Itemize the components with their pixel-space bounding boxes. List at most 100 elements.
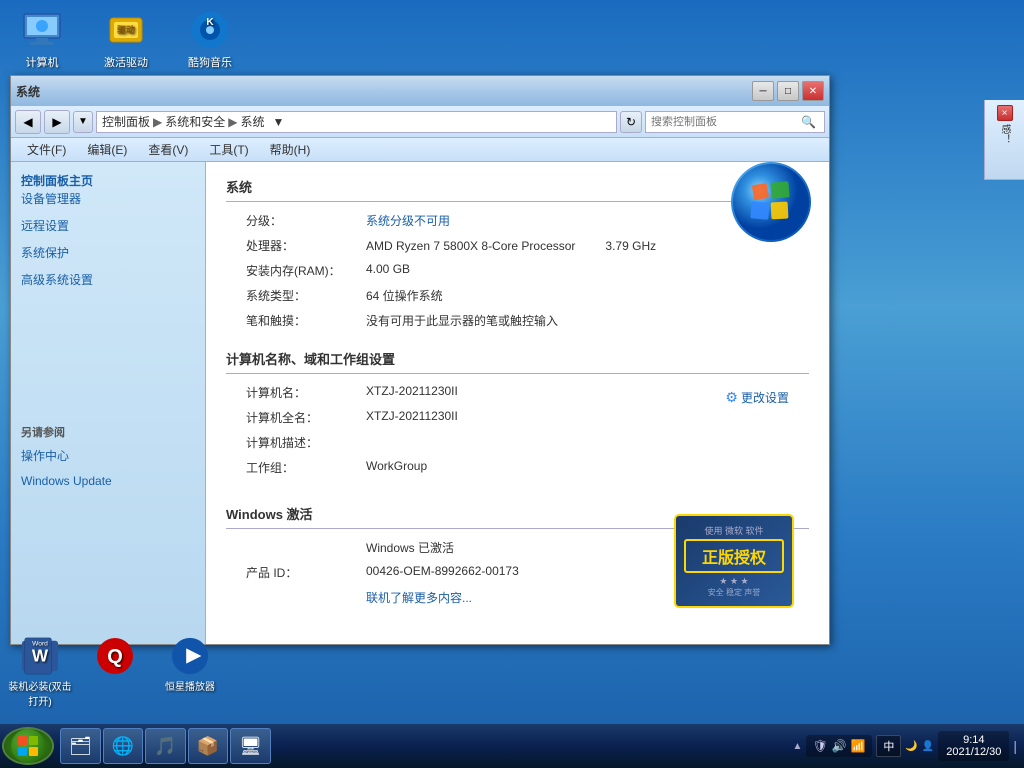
product-id-label: 产品 ID：	[246, 564, 366, 581]
app1-icon: 📦	[197, 736, 219, 757]
breadcrumb-item-3[interactable]: 系统	[241, 113, 265, 130]
taskbar-icon-q[interactable]: Q	[80, 636, 150, 708]
partial-close-button[interactable]: ×	[997, 105, 1013, 121]
taskbar-btn-explorer[interactable]: 🗂	[60, 728, 101, 764]
desktop-icon-label-driver: 激活驱动	[104, 54, 148, 70]
breadcrumb-item-1[interactable]: 控制面板	[102, 113, 150, 130]
full-name-row: 计算机全名： XTZJ-20211230II	[226, 409, 625, 426]
workgroup-value: WorkGroup	[366, 459, 427, 473]
description-row: 计算机描述：	[226, 434, 625, 451]
menu-view[interactable]: 查看(V)	[140, 139, 196, 160]
address-path[interactable]: 控制面板 ▶ 系统和安全 ▶ 系统 ▼	[96, 111, 617, 133]
kugou-icon: 🎵	[154, 736, 176, 757]
processor-row: 处理器： AMD Ryzen 7 5800X 8-Core Processor …	[226, 237, 809, 254]
sidebar-link-protection[interactable]: 系统保护	[21, 243, 195, 262]
forward-button[interactable]: ▶	[44, 110, 70, 134]
sidebar-link-windows-update[interactable]: Windows Update	[21, 473, 195, 489]
show-desktop-button[interactable]: |	[1013, 738, 1017, 754]
rating-value[interactable]: 系统分级不可用	[366, 212, 450, 229]
title-bar-controls: ─ □ ✕	[752, 81, 824, 101]
back-button[interactable]: ◀	[15, 110, 41, 134]
full-name-label: 计算机全名：	[246, 409, 366, 426]
window-title: 系统	[16, 83, 40, 100]
tray-icon-security[interactable]: 🛡	[812, 738, 828, 754]
menu-help[interactable]: 帮助(H)	[262, 139, 319, 160]
computer-icon	[22, 10, 62, 50]
tray-user-icon[interactable]: 👤	[922, 741, 934, 752]
language-button[interactable]: 中	[876, 735, 901, 757]
pen-touch-row: 笔和触摸： 没有可用于此显示器的笔或触控输入	[226, 312, 809, 329]
title-bar: 系统 ─ □ ✕	[11, 76, 829, 106]
menu-tools[interactable]: 工具(T)	[201, 139, 256, 160]
address-icon-button[interactable]: ▼	[73, 111, 93, 133]
language-label: 中	[883, 741, 894, 753]
address-bar: ◀ ▶ ▼ 控制面板 ▶ 系统和安全 ▶ 系统 ▼ ↻ 🔍	[11, 106, 829, 138]
taskbar-btn-ie[interactable]: 🌐	[103, 728, 143, 764]
search-bar[interactable]: 🔍	[645, 111, 825, 133]
system-tray: ▲ 🛡 🔊 📶 中 🌙 👤 9:14 2021/12/30 |	[792, 731, 1022, 761]
sidebar-link-advanced[interactable]: 高级系统设置	[21, 270, 195, 289]
taskbar-btn-app2[interactable]: 🖥	[230, 728, 271, 764]
sidebar-link-action-center[interactable]: 操作中心	[21, 446, 195, 465]
menu-file[interactable]: 文件(F)	[19, 139, 74, 160]
badge-line2: 正版授权	[684, 539, 784, 573]
start-button[interactable]	[2, 727, 54, 765]
change-settings-area: ⚙ 更改设置	[625, 389, 789, 406]
taskbar-btn-app1[interactable]: 📦	[188, 728, 228, 764]
breadcrumb-sep-2: ▶	[228, 115, 237, 129]
word-icon: W Word	[20, 636, 60, 676]
computer-name-section-header: 计算机名称、域和工作组设置	[226, 349, 809, 374]
tray-icons: 🛡 🔊 📶	[806, 735, 872, 757]
tray-icon-volume[interactable]: 🔊	[831, 738, 847, 754]
svg-text:K: K	[206, 17, 214, 28]
sidebar-main-link[interactable]: 控制面板主页	[21, 174, 93, 188]
taskbar-btn-kugou[interactable]: 🎵	[145, 728, 185, 764]
svg-text:驱动: 驱动	[117, 25, 135, 35]
minimize-button[interactable]: ─	[752, 81, 774, 101]
computer-name-section: 计算机名称、域和工作组设置 计算机名： XTZJ-20211230II 计算机全…	[226, 349, 809, 484]
player-icon-label: 恒星播放器	[165, 678, 215, 693]
partial-window: × 感！	[984, 100, 1024, 180]
computer-name-value: XTZJ-20211230II	[366, 384, 458, 398]
clock-time: 9:14	[946, 734, 1001, 746]
taskbar-icon-player[interactable]: 恒星播放器	[155, 636, 225, 708]
computer-name-label: 计算机名：	[246, 384, 366, 401]
desktop: 计算机 驱动 激活驱动 K 酷狗音	[0, 0, 1024, 768]
badge-line1: 使用 微软 软件	[684, 524, 784, 537]
menu-edit[interactable]: 编辑(E)	[79, 139, 135, 160]
main-panel: 系统 分级： 系统分级不可用 处理器： AMD Ryzen 7 5800X 8-…	[206, 162, 829, 644]
sidebar-link-device-manager[interactable]: 设备管理器	[21, 189, 195, 208]
desktop-icon-driver[interactable]: 驱动 激活驱动	[94, 10, 158, 70]
clock[interactable]: 9:14 2021/12/30	[938, 731, 1009, 761]
breadcrumb-item-2[interactable]: 系统和安全	[165, 113, 225, 130]
tray-moon-icon[interactable]: 🌙	[905, 741, 917, 752]
activation-section: Windows 激活 Windows 已激活 产品 ID： 00426-OEM-…	[226, 504, 809, 606]
svg-text:W: W	[32, 646, 49, 666]
search-input[interactable]	[651, 116, 801, 128]
workgroup-label: 工作组：	[246, 459, 366, 476]
pen-touch-value: 没有可用于此显示器的笔或触控输入	[366, 312, 558, 329]
desktop-icon-computer[interactable]: 计算机	[10, 10, 74, 70]
refresh-button[interactable]: ↻	[620, 111, 642, 133]
desktop-icon-label-music: 酷狗音乐	[188, 54, 232, 70]
sidebar: 控制面板主页 设备管理器 远程设置 系统保护 高级系统设置 另请参阅 操作中心 …	[11, 162, 206, 644]
sidebar-link-remote[interactable]: 远程设置	[21, 216, 195, 235]
desktop-icon-music[interactable]: K 酷狗音乐	[178, 10, 242, 70]
activation-status-value: Windows 已激活	[366, 539, 454, 556]
close-button[interactable]: ✕	[802, 81, 824, 101]
workgroup-row: 工作组： WorkGroup	[226, 459, 625, 476]
desktop-icon-label-computer: 计算机	[26, 54, 59, 70]
learn-more-link[interactable]: 联机了解更多内容...	[366, 589, 472, 606]
also-see-section: 另请参阅 操作中心 Windows Update	[21, 424, 195, 489]
processor-name: AMD Ryzen 7 5800X 8-Core Processor	[366, 239, 575, 253]
tray-expand-arrow[interactable]: ▲	[792, 741, 802, 752]
sidebar-links-section: 设备管理器 远程设置 系统保护 高级系统设置	[21, 189, 195, 289]
tray-icon-network[interactable]: 📶	[850, 738, 866, 754]
maximize-button[interactable]: □	[777, 81, 799, 101]
player-icon	[170, 636, 210, 676]
clock-date: 2021/12/30	[946, 746, 1001, 758]
q-app-icon: Q	[95, 636, 135, 676]
taskbar-icon-word[interactable]: W Word 装机必装(双击打开)	[5, 636, 75, 708]
ram-row: 安装内存(RAM)： 4.00 GB	[226, 262, 809, 279]
change-settings-link[interactable]: ⚙ 更改设置	[725, 389, 789, 406]
